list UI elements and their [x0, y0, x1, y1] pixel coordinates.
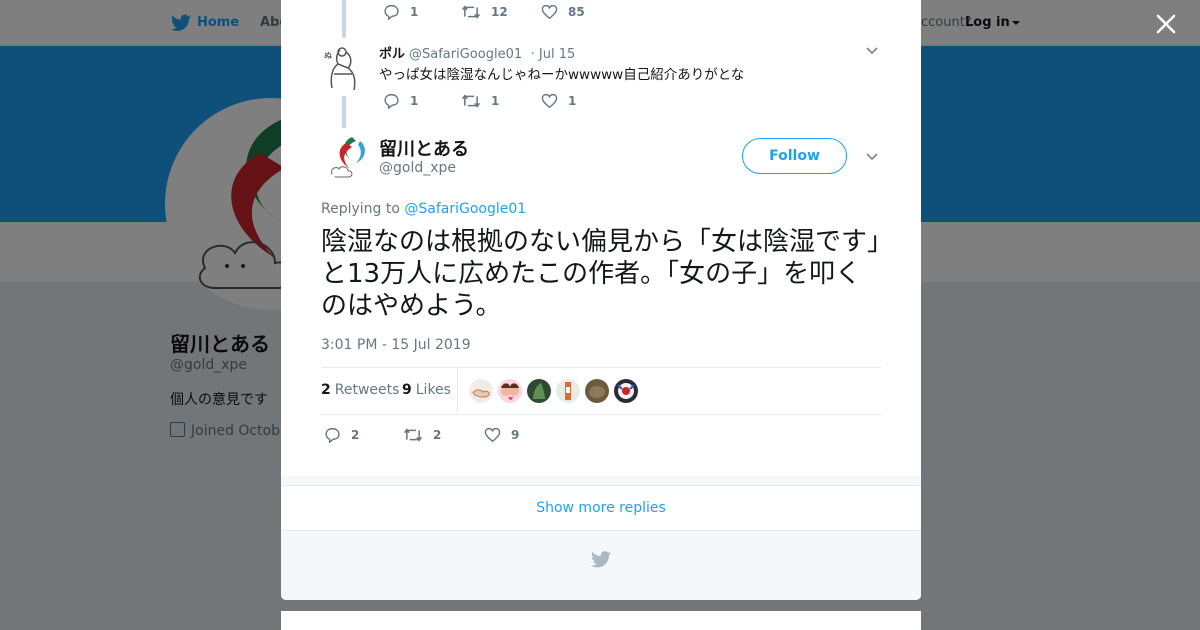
reply-icon [325, 427, 340, 443]
retweets-stat[interactable]: 2 Retweets [321, 382, 399, 398]
reply-count: 1 [410, 94, 419, 108]
retweet-icon [403, 428, 423, 442]
thread-line [342, 0, 346, 38]
thread-line [342, 96, 346, 128]
liker-avatar[interactable] [585, 379, 609, 403]
reply-tweet-actions: 1 1 1 [383, 93, 576, 109]
twitter-bird-icon [591, 551, 611, 568]
replying-to-link[interactable]: @SafariGoogle01 [404, 201, 526, 217]
reply-action[interactable]: 2 [324, 427, 403, 443]
parent-tweet-actions: 1 12 85 [383, 4, 585, 20]
replying-to: Replying to @SafariGoogle01 [321, 201, 526, 217]
replying-to-prefix: Replying to [321, 201, 400, 217]
reply-date[interactable]: · Jul 15 [531, 47, 576, 62]
tweet-stats: 2 Retweets 9 Likes [321, 367, 881, 415]
section-separator [281, 476, 921, 486]
like-count: 9 [511, 428, 520, 442]
heart-icon [541, 93, 558, 109]
svg-text:ぬ: ぬ [324, 51, 332, 60]
retweet-count: 12 [491, 5, 508, 19]
reply-icon [384, 4, 399, 20]
reply-author-handle: @SafariGoogle01 [409, 47, 523, 62]
tweet-actions: 2 2 9 [324, 427, 519, 443]
like-action[interactable]: 1 [541, 93, 576, 109]
reply-icon [384, 93, 399, 109]
reply-action[interactable]: 1 [383, 4, 461, 20]
retweet-icon [461, 94, 481, 108]
reply-count: 1 [410, 5, 419, 19]
retweet-icon [461, 5, 481, 19]
reply-author-name: ポル [379, 47, 406, 62]
close-icon[interactable] [1154, 12, 1178, 36]
reply-count: 2 [351, 428, 360, 442]
tweet-author-avatar[interactable] [324, 133, 372, 181]
retweet-action[interactable]: 12 [461, 4, 541, 20]
chevron-down-icon[interactable] [866, 153, 878, 161]
chevron-down-icon[interactable] [866, 47, 878, 55]
like-count: 85 [568, 5, 585, 19]
tweet-author-name[interactable]: 留川とある [379, 135, 469, 161]
retweet-action[interactable]: 2 [403, 427, 484, 443]
like-count: 1 [568, 94, 577, 108]
stats-divider [457, 368, 458, 415]
retweets-stat-count: 2 [321, 382, 331, 398]
heart-icon [484, 427, 501, 443]
likes-stat-count: 9 [402, 382, 412, 398]
tweet-timestamp[interactable]: 3:01 PM - 15 Jul 2019 [321, 337, 471, 353]
like-action[interactable]: 9 [484, 427, 519, 443]
liker-avatar[interactable] [556, 379, 580, 403]
reply-author[interactable]: ポル @SafariGoogle01 · Jul 15 [379, 43, 575, 62]
liker-avatars [469, 379, 643, 403]
likes-stat-label: Likes [415, 382, 451, 398]
likes-stat[interactable]: 9 Likes [402, 382, 451, 398]
liker-avatar[interactable] [469, 379, 493, 403]
next-card [281, 611, 921, 630]
retweets-stat-label: Retweets [334, 382, 400, 398]
tweet-author-handle[interactable]: @gold_xpe [379, 160, 456, 176]
tweet-text: 陰湿なのは根拠のない偏見から「女は陰湿です」と13万人に広めたこの作者。「女の子… [321, 227, 881, 321]
liker-avatar[interactable] [614, 379, 638, 403]
reply-avatar[interactable]: ぬ [322, 44, 366, 92]
liker-avatar[interactable] [498, 379, 522, 403]
reply-text: やっぱ女は陰湿なんじゃねーかwwwww自己紹介ありがとな [379, 67, 745, 83]
show-more-replies-button[interactable]: Show more replies [281, 486, 921, 531]
reply-action[interactable]: 1 [383, 93, 461, 109]
retweet-count: 1 [491, 94, 500, 108]
retweet-count: 2 [433, 428, 442, 442]
heart-icon [541, 4, 558, 20]
like-action[interactable]: 85 [541, 4, 585, 20]
liker-avatar[interactable] [527, 379, 551, 403]
retweet-action[interactable]: 1 [461, 93, 541, 109]
follow-button[interactable]: Follow [742, 138, 847, 174]
